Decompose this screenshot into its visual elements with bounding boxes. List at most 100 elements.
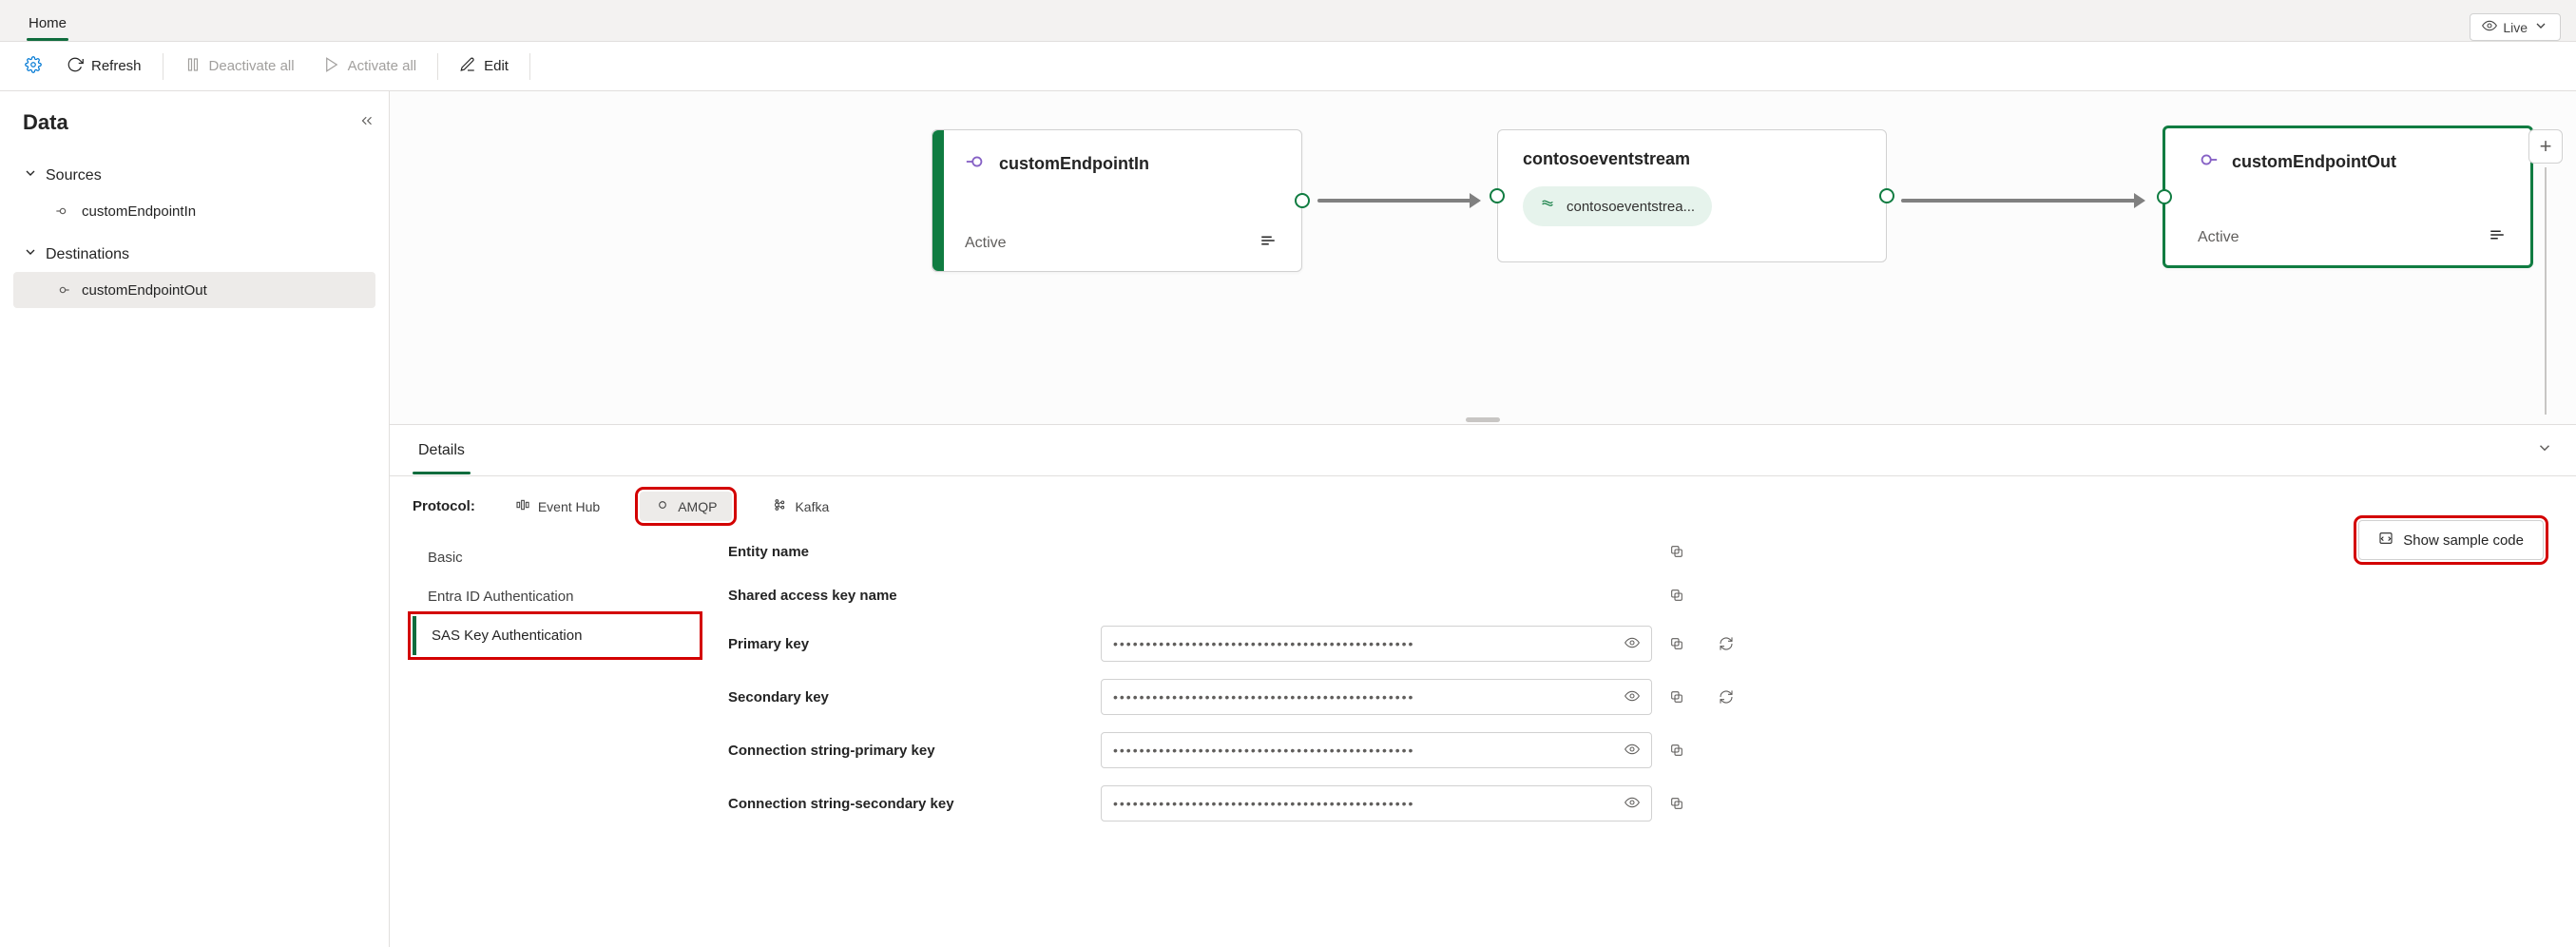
copy-button[interactable] — [1663, 538, 1690, 565]
masked-value: ••••••••••••••••••••••••••••••••••••••••… — [1113, 796, 1414, 811]
secondary-key-input[interactable]: ••••••••••••••••••••••••••••••••••••••••… — [1101, 679, 1652, 715]
code-icon — [2378, 531, 2393, 550]
node-port-out[interactable] — [1295, 193, 1310, 208]
canvas-right-guide — [2545, 167, 2547, 415]
tree-group-sources[interactable]: Sources — [13, 158, 375, 193]
node-port-out[interactable] — [1879, 188, 1894, 203]
source-item-customendpointin[interactable]: customEndpointIn — [13, 193, 375, 229]
node-destination-title: customEndpointOut — [2232, 152, 2396, 172]
primary-key-input[interactable]: ••••••••••••••••••••••••••••••••••••••••… — [1101, 626, 1652, 662]
activate-all-label: Activate all — [348, 58, 417, 74]
chevron-down-icon — [2533, 18, 2548, 36]
copy-button[interactable] — [1663, 737, 1690, 763]
live-label: Live — [2503, 20, 2528, 35]
destination-item-customendpointout[interactable]: customEndpointOut — [13, 272, 375, 308]
field-label-entity-name: Entity name — [728, 544, 1089, 560]
conn-secondary-input[interactable]: ••••••••••••••••••••••••••••••••••••••••… — [1101, 785, 1652, 821]
reveal-button[interactable] — [1624, 795, 1640, 813]
live-indicator[interactable]: Live — [2470, 13, 2561, 41]
protocol-eventhub-label: Event Hub — [538, 499, 600, 514]
show-sample-code-label: Show sample code — [2403, 532, 2524, 549]
refresh-label: Refresh — [91, 58, 142, 74]
details-tab[interactable]: Details — [413, 427, 471, 474]
chevron-down-icon — [23, 244, 38, 264]
activate-all-button[interactable]: Activate all — [310, 50, 431, 83]
auth-method-sas[interactable]: SAS Key Authentication — [413, 616, 698, 655]
show-sample-code-button[interactable]: Show sample code — [2358, 520, 2544, 560]
endpoint-out-icon — [55, 281, 72, 299]
endpoint-in-icon — [55, 203, 72, 220]
refresh-button[interactable]: Refresh — [53, 50, 155, 83]
regenerate-button[interactable] — [1713, 684, 1740, 710]
copy-button[interactable] — [1663, 630, 1690, 657]
masked-value: ••••••••••••••••••••••••••••••••••••••••… — [1113, 689, 1414, 705]
kafka-icon — [772, 497, 787, 515]
stream-chip-label: contosoeventstrea... — [1567, 199, 1695, 215]
sources-label: Sources — [46, 167, 102, 184]
graph-canvas[interactable]: customEndpointIn Active contosoeventstre… — [390, 91, 2576, 415]
node-status-bar — [932, 130, 944, 271]
node-source-status: Active — [965, 235, 1007, 252]
eventhub-icon — [515, 497, 530, 515]
protocol-option-kafka[interactable]: Kafka — [757, 492, 844, 521]
collapse-sidebar-button[interactable] — [358, 110, 375, 135]
node-port-in[interactable] — [1490, 188, 1505, 203]
auth-method-basic[interactable]: Basic — [413, 538, 698, 577]
tab-home[interactable]: Home — [15, 6, 80, 41]
add-node-button[interactable]: + — [2528, 129, 2563, 164]
auth-method-entra[interactable]: Entra ID Authentication — [413, 577, 698, 616]
graph-node-stream[interactable]: contosoeventstream contosoeventstrea... — [1497, 129, 1887, 262]
reveal-button[interactable] — [1624, 635, 1640, 653]
graph-edge — [1901, 199, 2143, 203]
node-stream-title: contosoeventstream — [1523, 149, 1861, 169]
protocol-amqp-label: AMQP — [678, 499, 717, 514]
eye-icon — [2482, 18, 2497, 36]
endpoint-out-icon — [2198, 149, 2219, 175]
menu-icon[interactable] — [1259, 232, 1277, 254]
protocol-option-amqp[interactable]: AMQP — [640, 492, 732, 521]
conn-primary-input[interactable]: ••••••••••••••••••••••••••••••••••••••••… — [1101, 732, 1652, 768]
stream-icon — [1540, 197, 1555, 216]
play-icon — [323, 56, 340, 77]
toolbar-separator — [529, 53, 530, 80]
regenerate-button[interactable] — [1713, 630, 1740, 657]
graph-node-source[interactable]: customEndpointIn Active — [932, 129, 1302, 272]
node-port-in[interactable] — [2157, 189, 2172, 204]
masked-value: ••••••••••••••••••••••••••••••••••••••••… — [1113, 743, 1414, 758]
field-label-shared-access-key-name: Shared access key name — [728, 588, 1089, 604]
copy-button[interactable] — [1663, 582, 1690, 609]
refresh-icon — [67, 56, 84, 77]
graph-edge — [1317, 199, 1479, 203]
tree-group-destinations[interactable]: Destinations — [13, 237, 375, 272]
toolbar-separator — [437, 53, 438, 80]
chevron-down-icon — [23, 165, 38, 185]
copy-button[interactable] — [1663, 790, 1690, 817]
settings-button[interactable] — [15, 50, 51, 83]
deactivate-all-label: Deactivate all — [209, 58, 295, 74]
protocol-label: Protocol: — [413, 498, 475, 514]
destination-item-label: customEndpointOut — [82, 282, 207, 299]
splitter-grip — [1466, 417, 1500, 422]
deactivate-all-button[interactable]: Deactivate all — [171, 50, 308, 83]
reveal-button[interactable] — [1624, 742, 1640, 760]
pane-splitter[interactable] — [390, 415, 2576, 424]
protocol-option-eventhub[interactable]: Event Hub — [500, 492, 615, 521]
sidebar-title: Data — [23, 110, 68, 135]
field-label-primary-key: Primary key — [728, 636, 1089, 652]
amqp-icon — [655, 497, 670, 515]
protocol-kafka-label: Kafka — [795, 499, 829, 514]
collapse-details-button[interactable] — [2536, 439, 2553, 462]
reveal-button[interactable] — [1624, 688, 1640, 706]
edit-icon — [459, 56, 476, 77]
menu-icon[interactable] — [2489, 226, 2506, 248]
field-label-conn-primary: Connection string-primary key — [728, 743, 1089, 759]
edit-label: Edit — [484, 58, 509, 74]
edit-button[interactable]: Edit — [446, 50, 522, 83]
field-label-secondary-key: Secondary key — [728, 689, 1089, 705]
masked-value: ••••••••••••••••••••••••••••••••••••••••… — [1113, 636, 1414, 651]
graph-node-destination[interactable]: customEndpointOut Active — [2163, 126, 2533, 268]
stream-chip[interactable]: contosoeventstrea... — [1523, 186, 1712, 226]
gear-icon — [25, 56, 42, 77]
node-source-title: customEndpointIn — [999, 154, 1149, 174]
copy-button[interactable] — [1663, 684, 1690, 710]
